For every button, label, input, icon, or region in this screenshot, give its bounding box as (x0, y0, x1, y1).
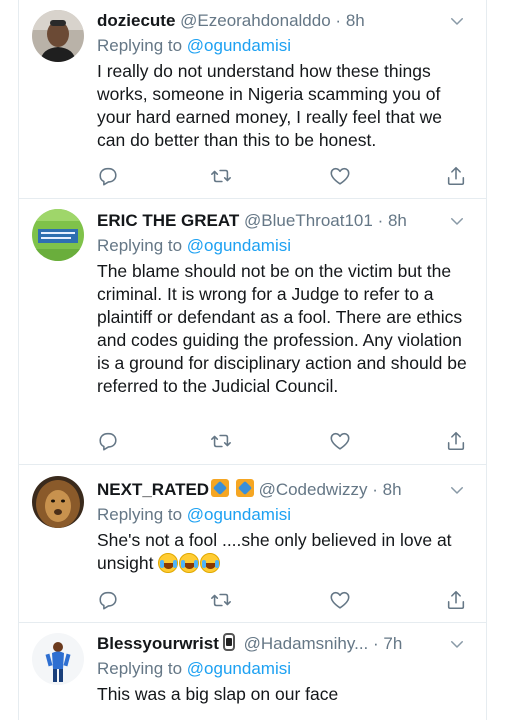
tweet-actions (97, 165, 477, 189)
tweet-text: This was a big slap on our face (97, 684, 339, 704)
tweet[interactable]: doziecute @Ezeorahdonalddo · 8h Replying… (18, 0, 486, 199)
separator-dot: · (373, 634, 379, 653)
replying-label: Replying to (97, 36, 183, 55)
heart-icon[interactable] (329, 430, 353, 454)
timestamp[interactable]: 7h (383, 634, 402, 653)
tears-of-joy-emoji-icon (179, 553, 200, 573)
tweet-header: ERIC THE GREAT @BlueThroat101 · 8h (97, 208, 474, 234)
replying-label: Replying to (97, 236, 183, 255)
separator-dot: · (377, 211, 384, 230)
replying-label: Replying to (97, 505, 183, 524)
share-icon[interactable] (445, 430, 469, 454)
tweet-text: She's not a fool ....she only believed i… (97, 530, 452, 573)
tweet-text: I really do not understand how these thi… (97, 61, 443, 150)
watch-emoji-icon (222, 633, 235, 651)
retweet-icon[interactable] (210, 165, 234, 189)
avatar[interactable] (32, 209, 84, 261)
tweet-actions (97, 589, 477, 613)
replying-to: Replying to @ogundamisi (97, 34, 474, 58)
timestamp[interactable]: 8h (346, 11, 365, 30)
tweet[interactable]: NEXT_RATED @Codedwizzy · 8h Replying to … (18, 465, 486, 623)
chevron-down-icon[interactable] (448, 481, 466, 499)
heart-icon[interactable] (329, 165, 353, 189)
avatar[interactable] (32, 10, 84, 62)
chevron-down-icon[interactable] (448, 12, 466, 30)
retweet-icon[interactable] (210, 589, 234, 613)
display-name[interactable]: doziecute (97, 11, 175, 30)
tweet[interactable]: Blessyourwrist @Hadamsnihy... · 7h Reply… (18, 623, 486, 720)
display-name[interactable]: ERIC THE GREAT (97, 211, 239, 230)
tweet-header: NEXT_RATED @Codedwizzy · 8h (97, 477, 474, 503)
tweet-header: doziecute @Ezeorahdonalddo · 8h (97, 8, 474, 34)
tears-of-joy-emoji-icon (200, 553, 221, 573)
timestamp[interactable]: 8h (388, 211, 407, 230)
mention-link[interactable]: @ogundamisi (187, 659, 291, 678)
share-icon[interactable] (445, 589, 469, 613)
reply-icon[interactable] (97, 165, 121, 189)
avatar[interactable] (32, 476, 84, 528)
mention-link[interactable]: @ogundamisi (187, 505, 291, 524)
mention-link[interactable]: @ogundamisi (187, 236, 291, 255)
tweet-header: Blessyourwrist @Hadamsnihy... · 7h (97, 631, 474, 657)
user-handle[interactable]: @Hadamsnihy... (244, 634, 369, 653)
replying-to: Replying to @ogundamisi (97, 234, 474, 258)
avatar[interactable] (32, 633, 84, 685)
user-handle[interactable]: @BlueThroat101 (244, 211, 373, 230)
separator-dot: · (372, 480, 378, 499)
reply-icon[interactable] (97, 430, 121, 454)
mention-link[interactable]: @ogundamisi (187, 36, 291, 55)
tweet[interactable]: ERIC THE GREAT @BlueThroat101 · 8h Reply… (18, 199, 486, 465)
tears-of-joy-emoji-icon (158, 553, 179, 573)
user-handle[interactable]: @Ezeorahdonalddo (180, 11, 331, 30)
chevron-down-icon[interactable] (448, 635, 466, 653)
user-handle[interactable]: @Codedwizzy (259, 480, 368, 499)
heart-icon[interactable] (329, 589, 353, 613)
display-name[interactable]: NEXT_RATED (97, 480, 209, 499)
flag-emoji-icon (211, 479, 230, 497)
chevron-down-icon[interactable] (448, 212, 466, 230)
replying-to: Replying to @ogundamisi (97, 657, 474, 681)
tweet-actions (97, 430, 477, 454)
share-icon[interactable] (445, 165, 469, 189)
replying-to: Replying to @ogundamisi (97, 503, 474, 527)
retweet-icon[interactable] (210, 430, 234, 454)
flag-emoji-icon (235, 479, 254, 497)
replying-label: Replying to (97, 659, 183, 678)
tweet-text-container: She's not a fool ....she only believed i… (97, 529, 474, 575)
tweet-text: The blame should not be on the victim bu… (97, 261, 467, 396)
timestamp[interactable]: 8h (383, 480, 402, 499)
timeline-right-border (486, 0, 487, 720)
separator-dot: · (335, 11, 342, 30)
display-name[interactable]: Blessyourwrist (97, 634, 219, 653)
reply-icon[interactable] (97, 589, 121, 613)
